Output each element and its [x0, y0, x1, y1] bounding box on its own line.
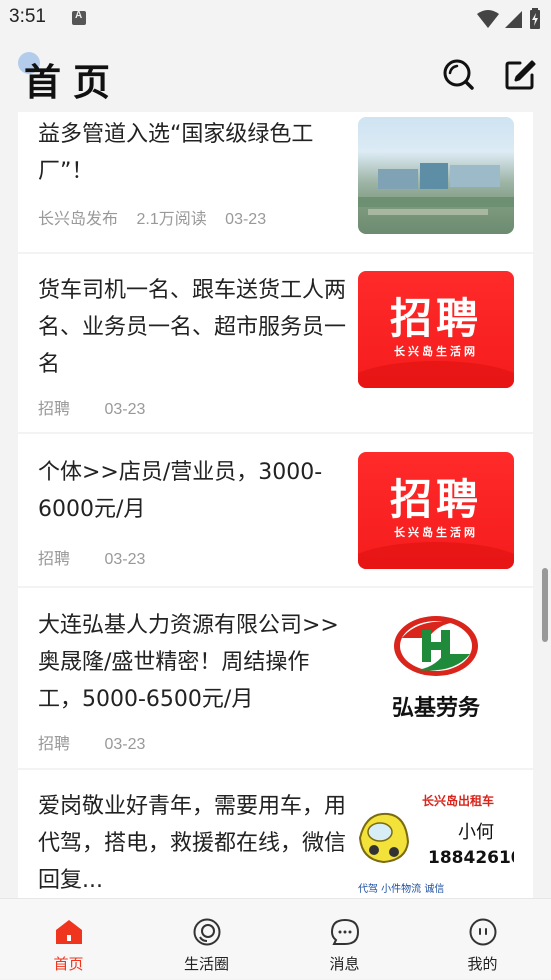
profile-icon: [469, 918, 497, 946]
feed-item[interactable]: 个体>>店员/营业员，3000-6000元/月 招聘 03-23 招聘 长兴岛生…: [18, 434, 533, 586]
taxi-ad-name: 小何: [458, 822, 494, 843]
status-time: 3:51: [9, 6, 46, 27]
nav-messages[interactable]: 消息: [276, 899, 413, 980]
home-icon: [56, 920, 82, 944]
scrollbar[interactable]: [542, 568, 548, 642]
feed-item-date: 03-23: [104, 401, 146, 418]
feed-item-meta: 长兴岛发布 2.1万阅读 03-23: [38, 205, 280, 229]
message-icon: [330, 918, 360, 945]
taxi-ad-thumbnail: 长兴岛出租车 小何 18842610 代驾 小件物流 诚信: [358, 788, 514, 898]
factory-thumbnail: [358, 117, 514, 234]
feed-item-date: 03-23: [104, 736, 146, 753]
nav-home-label: 首页: [53, 955, 84, 973]
feed-item-source: 招聘: [38, 736, 71, 753]
feed-item-title: 大连弘基人力资源有限公司>>奥晟隆/盛世精密！周结操作工，5000-6500元/…: [38, 613, 339, 712]
hongji-logo-text: 弘基劳务: [391, 696, 480, 721]
recruit-banner-subtext: 长兴岛生活网: [394, 526, 478, 539]
feed-item-title: 益多管道入选“国家级绿色工厂”！: [38, 122, 314, 184]
circle-icon: [193, 918, 221, 946]
status-icons: [477, 8, 541, 30]
nav-profile-label: 我的: [467, 955, 498, 973]
keyboard-indicator-icon: [72, 10, 86, 25]
edit-icon: [505, 60, 536, 90]
compose-button[interactable]: [503, 58, 537, 92]
feed-item-source: 长兴岛发布: [38, 211, 119, 228]
nav-home[interactable]: 首页: [0, 899, 137, 980]
feed-item-source: 招聘: [38, 551, 71, 568]
feed-item[interactable]: 爱岗敬业好青年，需要用车，用代驾，搭电，救援都在线，微信回复... 长兴岛出租车…: [18, 770, 533, 898]
page-title: 首页: [24, 61, 122, 104]
feed-item-source: 招聘: [38, 401, 71, 418]
nav-messages-label: 消息: [329, 955, 360, 973]
cell-signal-icon: [505, 11, 522, 28]
feed-item-meta: 招聘 03-23: [38, 730, 159, 754]
bottom-nav: 首页 生活圈 消息 我的: [0, 898, 551, 979]
hongji-logo-thumbnail: 弘基劳务: [358, 608, 514, 725]
nav-life-circle-label: 生活圈: [183, 955, 229, 973]
recruit-banner-text: 招聘: [389, 294, 482, 343]
feed-item-meta: 招聘 03-23: [38, 395, 159, 419]
nav-profile[interactable]: 我的: [414, 899, 551, 980]
hongji-logo-icon: [394, 616, 478, 676]
taxi-ad-phone: 18842610: [428, 848, 514, 868]
feed-item-title: 个体>>店员/营业员，3000-6000元/月: [38, 460, 323, 522]
recruit-banner-text: 招聘: [389, 475, 482, 524]
feed-item-title: 货车司机一名、跟车送货工人两名、业务员一名、超市服务员一名: [38, 278, 347, 377]
taxi-ad-bottom: 代驾 小件物流 诚信: [358, 884, 445, 895]
feed-item[interactable]: 大连弘基人力资源有限公司>>奥晟隆/盛世精密！周结操作工，5000-6500元/…: [18, 588, 533, 768]
search-icon: [443, 59, 474, 90]
feed-item-meta: 招聘 03-23: [38, 545, 159, 569]
recruit-thumbnail: 招聘 长兴岛生活网: [358, 452, 514, 569]
recruit-thumbnail: 招聘 长兴岛生活网: [358, 271, 514, 388]
taxi-car-icon: [358, 812, 410, 864]
news-feed[interactable]: 益多管道入选“国家级绿色工厂”！ 长兴岛发布 2.1万阅读 03-23 货车司机…: [18, 112, 533, 898]
status-bar: 3:51: [0, 0, 551, 38]
wifi-icon: [477, 10, 499, 28]
feed-item-reads: 2.1万阅读: [136, 211, 207, 228]
feed-item-date: 03-23: [225, 211, 267, 228]
feed-item-date: 03-23: [104, 551, 146, 568]
taxi-ad-title: 长兴岛出租车: [422, 794, 495, 808]
battery-icon: [530, 8, 540, 29]
feed-item[interactable]: 益多管道入选“国家级绿色工厂”！ 长兴岛发布 2.1万阅读 03-23: [18, 112, 533, 252]
feed-item[interactable]: 货车司机一名、跟车送货工人两名、业务员一名、超市服务员一名 招聘 03-23 招…: [18, 254, 533, 432]
feed-item-title: 爱岗敬业好青年，需要用车，用代驾，搭电，救援都在线，微信回复...: [38, 794, 347, 893]
nav-life-circle[interactable]: 生活圈: [138, 899, 275, 980]
recruit-banner-subtext: 长兴岛生活网: [394, 345, 478, 358]
search-button[interactable]: [441, 58, 475, 92]
app-header: 首页: [0, 38, 551, 112]
